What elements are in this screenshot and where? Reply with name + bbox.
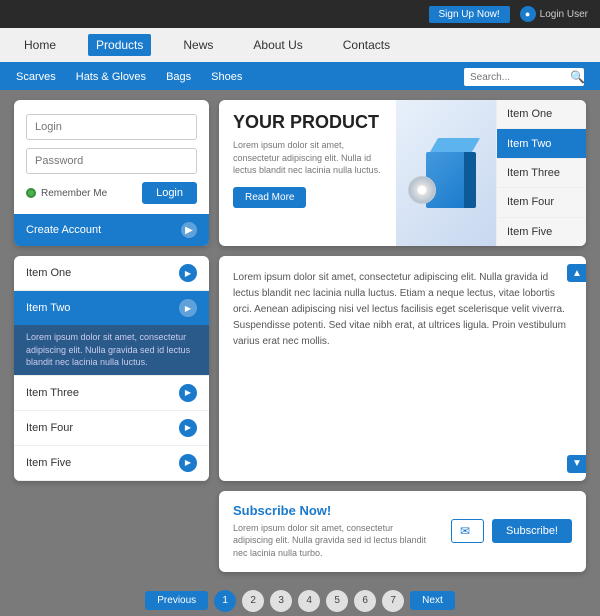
- text-content-card: ▲ Lorem ipsum dolor sit amet, consectetu…: [219, 256, 586, 481]
- login-user-area: ● Login User: [520, 6, 588, 22]
- prev-button[interactable]: Previous: [145, 591, 208, 610]
- scroll-down-button[interactable]: ▼: [567, 455, 586, 473]
- signup-button[interactable]: Sign Up Now!: [429, 6, 510, 23]
- acc-content-2: Lorem ipsum dolor sit amet, consectetur …: [14, 325, 209, 375]
- box-top: [430, 138, 480, 152]
- acc-label-4: Item Four: [26, 422, 73, 434]
- search-input[interactable]: [470, 72, 570, 83]
- acc-header-1[interactable]: Item One ▶: [14, 256, 209, 290]
- acc-item-4: Item Four ▶: [14, 411, 209, 446]
- nav-bar: Home Products News About Us Contacts: [0, 28, 600, 64]
- acc-item-1: Item One ▶: [14, 256, 209, 291]
- create-account-label: Create Account: [26, 224, 101, 236]
- subscribe-form: ✉ Subscribe!: [451, 519, 572, 543]
- page-5[interactable]: 5: [326, 590, 348, 612]
- text-paragraph: Lorem ipsum dolor sit amet, consectetur …: [233, 270, 572, 350]
- login-button[interactable]: Login: [142, 182, 197, 204]
- login-user-label: Login User: [540, 9, 588, 20]
- acc-item-5: Item Five ▶: [14, 446, 209, 481]
- nav-home[interactable]: Home: [16, 34, 64, 56]
- acc-header-4[interactable]: Item Four ▶: [14, 411, 209, 445]
- subscribe-description: Lorem ipsum dolor sit amet, consectetur …: [233, 522, 431, 560]
- remember-row: Remember Me Login: [26, 182, 197, 204]
- password-input[interactable]: [26, 148, 197, 174]
- acc-play-4: ▶: [179, 419, 197, 437]
- email-input-wrap: ✉: [451, 519, 484, 543]
- sidebar-item-one[interactable]: Item One: [497, 100, 586, 129]
- acc-item-3: Item Three ▶: [14, 376, 209, 411]
- top-bar: Sign Up Now! ● Login User: [0, 0, 600, 28]
- accordion-card: Item One ▶ Item Two ▶ Lorem ipsum dolor …: [14, 256, 209, 481]
- subscribe-button[interactable]: Subscribe!: [492, 519, 572, 543]
- subscribe-title: Subscribe Now!: [233, 503, 431, 518]
- page-1[interactable]: 1: [214, 590, 236, 612]
- sidebar-item-three[interactable]: Item Three: [497, 159, 586, 188]
- nav-news[interactable]: News: [175, 34, 221, 56]
- subnav-bags[interactable]: Bags: [166, 71, 191, 83]
- main-content: Remember Me Login Create Account ▶ YOUR …: [0, 90, 600, 582]
- page-4[interactable]: 4: [298, 590, 320, 612]
- acc-play-3: ▶: [179, 384, 197, 402]
- subnav-shoes[interactable]: Shoes: [211, 71, 242, 83]
- user-icon: ●: [520, 6, 536, 22]
- sub-nav: Scarves Hats & Gloves Bags Shoes 🔍: [0, 64, 600, 90]
- create-account-bar[interactable]: Create Account ▶: [14, 214, 209, 246]
- page-7[interactable]: 7: [382, 590, 404, 612]
- page-2[interactable]: 2: [242, 590, 264, 612]
- radio-green: [26, 188, 36, 198]
- page-3[interactable]: 3: [270, 590, 292, 612]
- next-button[interactable]: Next: [410, 591, 455, 610]
- box-side: [464, 152, 476, 208]
- remember-text: Remember Me: [41, 188, 107, 199]
- acc-label-1: Item One: [26, 267, 71, 279]
- acc-header-5[interactable]: Item Five ▶: [14, 446, 209, 480]
- product-title: YOUR PRODUCT: [233, 112, 382, 133]
- nav-products[interactable]: Products: [88, 34, 151, 56]
- acc-label-2: Item Two: [26, 302, 70, 314]
- email-icon: ✉: [460, 524, 470, 538]
- arrow-right-icon: ▶: [181, 222, 197, 238]
- page-6[interactable]: 6: [354, 590, 376, 612]
- scroll-up-button[interactable]: ▲: [567, 264, 586, 282]
- subnav-scarves[interactable]: Scarves: [16, 71, 56, 83]
- subscribe-text: Subscribe Now! Lorem ipsum dolor sit ame…: [233, 503, 431, 560]
- acc-item-2: Item Two ▶ Lorem ipsum dolor sit amet, c…: [14, 291, 209, 376]
- acc-header-2[interactable]: Item Two ▶: [14, 291, 209, 325]
- sidebar-item-two[interactable]: Item Two: [497, 129, 586, 158]
- remember-label[interactable]: Remember Me: [26, 188, 107, 199]
- product-content: YOUR PRODUCT Lorem ipsum dolor sit amet,…: [219, 100, 396, 246]
- acc-play-5: ▶: [179, 454, 197, 472]
- items-sidebar: Item One Item Two Item Three Item Four I…: [496, 100, 586, 246]
- search-bar[interactable]: 🔍: [464, 68, 584, 86]
- acc-label-3: Item Three: [26, 387, 79, 399]
- cd-disc: [408, 176, 436, 204]
- text-content: Lorem ipsum dolor sit amet, consectetur …: [233, 270, 572, 350]
- subnav-hats[interactable]: Hats & Gloves: [76, 71, 146, 83]
- login-input[interactable]: [26, 114, 197, 140]
- acc-header-3[interactable]: Item Three ▶: [14, 376, 209, 410]
- nav-about[interactable]: About Us: [245, 34, 310, 56]
- subscribe-card: Subscribe Now! Lorem ipsum dolor sit ame…: [219, 491, 586, 572]
- sidebar-item-five[interactable]: Item Five: [497, 218, 586, 246]
- product-description: Lorem ipsum dolor sit amet, consectetur …: [233, 139, 382, 177]
- pagination: Previous 1 2 3 4 5 6 7 Next: [0, 582, 600, 616]
- acc-play-2: ▶: [179, 299, 197, 317]
- acc-play-1: ▶: [179, 264, 197, 282]
- acc-label-5: Item Five: [26, 457, 71, 469]
- sidebar-item-four[interactable]: Item Four: [497, 188, 586, 217]
- search-icon[interactable]: 🔍: [570, 70, 585, 84]
- product-image: [396, 100, 496, 246]
- product-3d-box: [416, 138, 476, 208]
- nav-contacts[interactable]: Contacts: [335, 34, 398, 56]
- login-card: Remember Me Login Create Account ▶: [14, 100, 209, 246]
- read-more-button[interactable]: Read More: [233, 187, 306, 208]
- product-banner: YOUR PRODUCT Lorem ipsum dolor sit amet,…: [219, 100, 586, 246]
